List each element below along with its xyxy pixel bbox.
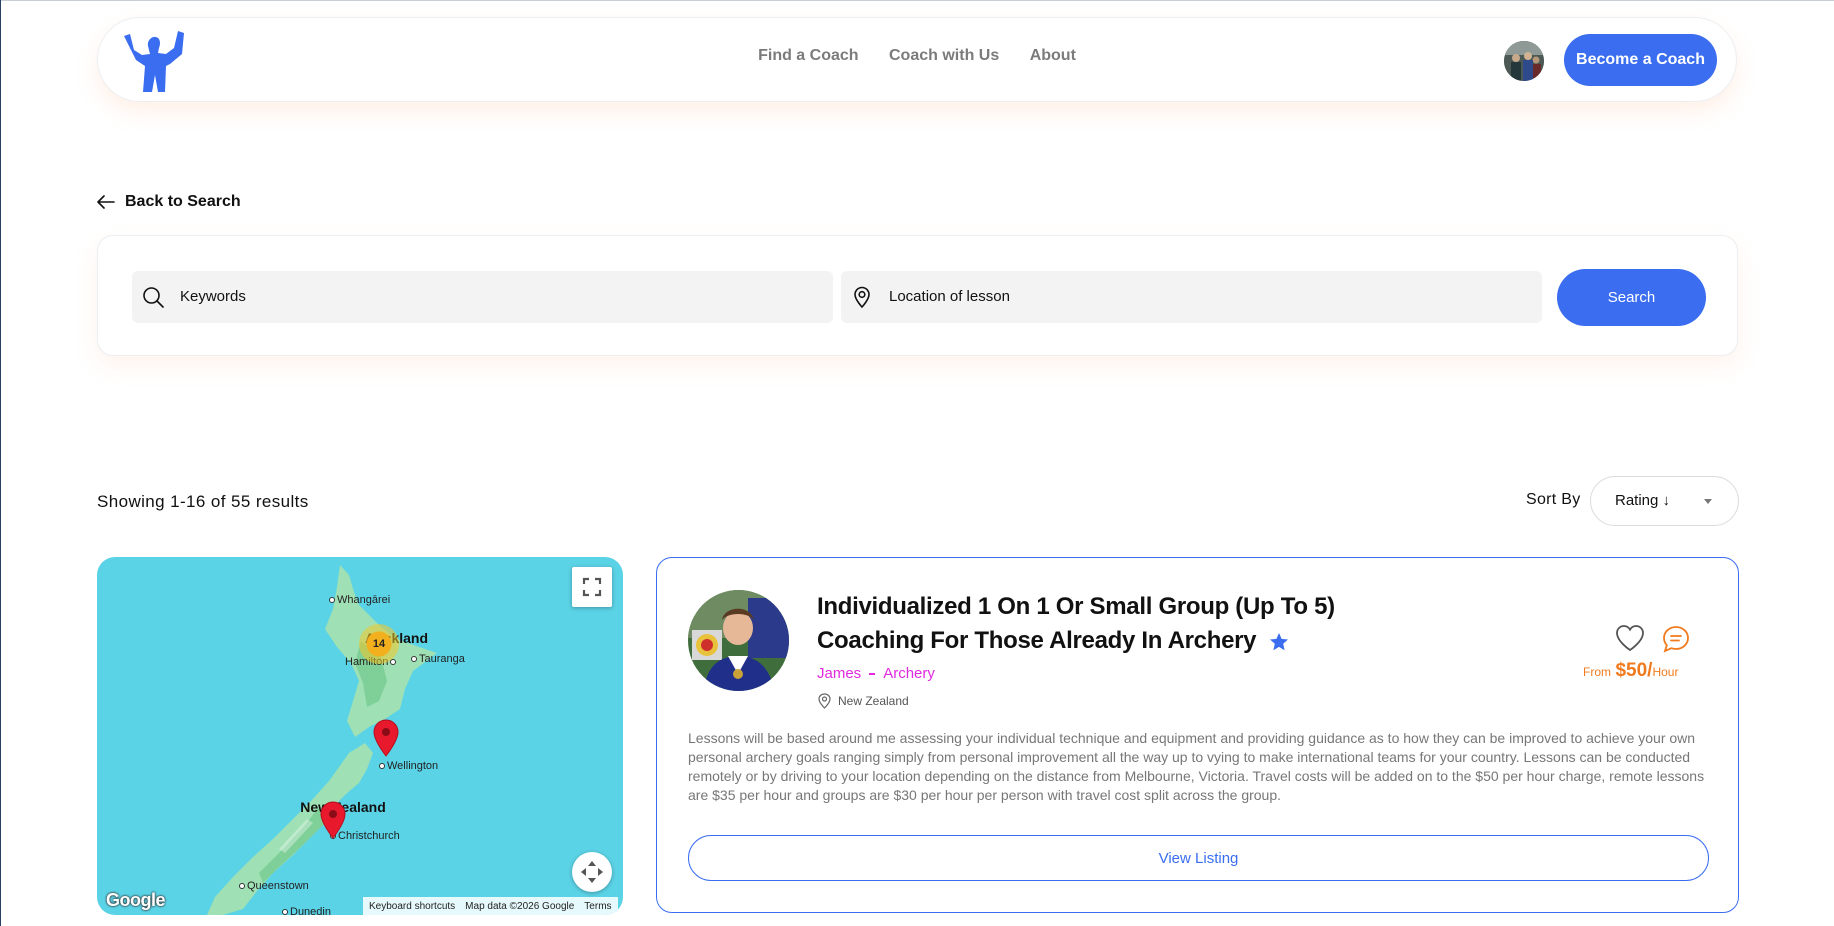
site-header: Find a Coach Coach with Us About Become … bbox=[97, 17, 1737, 102]
become-a-coach-button[interactable]: Become a Coach bbox=[1564, 34, 1717, 86]
price-unit: Hour bbox=[1652, 665, 1679, 679]
location-text: Location of lesson bbox=[889, 288, 1010, 305]
map-label-dunedin: Dunedin bbox=[282, 906, 331, 915]
featured-star-icon bbox=[1269, 632, 1288, 650]
coach-photo[interactable] bbox=[688, 590, 789, 691]
user-avatar[interactable] bbox=[1504, 41, 1544, 81]
listing-location: New Zealand bbox=[817, 693, 909, 709]
location-text: New Zealand bbox=[838, 694, 909, 708]
map-label-queenstown: Queenstown bbox=[239, 880, 309, 892]
results-count: Showing 1-16 of 55 results bbox=[97, 492, 309, 511]
location-pin-icon bbox=[854, 286, 870, 308]
map-fullscreen-button[interactable] bbox=[572, 567, 612, 607]
coach-name-link[interactable]: James bbox=[817, 665, 861, 682]
location-pin-icon bbox=[818, 693, 831, 709]
heart-icon[interactable] bbox=[1615, 624, 1645, 652]
map-cluster-marker[interactable]: 14 bbox=[359, 624, 399, 664]
keywords-text: Keywords bbox=[180, 288, 246, 305]
price-from-label: From bbox=[1583, 665, 1611, 679]
sort-by-label: Sort By bbox=[1526, 491, 1581, 508]
window-left-edge bbox=[0, 0, 1, 926]
listing-description: Lessons will be based around me assessin… bbox=[688, 730, 1705, 803]
keywords-input[interactable]: Keywords bbox=[132, 271, 833, 323]
nav-about[interactable]: About bbox=[1030, 47, 1076, 65]
map-label-wellington: Wellington bbox=[379, 760, 438, 772]
meta-separator bbox=[869, 672, 876, 675]
fullscreen-icon bbox=[582, 577, 602, 597]
keyboard-shortcuts-link[interactable]: Keyboard shortcuts bbox=[369, 901, 455, 912]
search-panel: Keywords Location of lesson Search bbox=[97, 235, 1738, 356]
map-label-whangarei: Whangārei bbox=[329, 594, 390, 606]
results-map[interactable]: Whangārei Auckland Hamilton Tauranga Wel… bbox=[97, 557, 623, 915]
sort-select[interactable]: Rating ↓ bbox=[1590, 476, 1739, 526]
back-to-search-link[interactable]: Back to Search bbox=[97, 193, 241, 211]
arrow-left-icon bbox=[97, 195, 115, 209]
chat-icon[interactable] bbox=[1662, 625, 1690, 653]
sort-selected-value: Rating ↓ bbox=[1615, 492, 1671, 509]
listing-meta: James Archery bbox=[817, 665, 935, 682]
location-input[interactable]: Location of lesson bbox=[841, 271, 1542, 323]
map-marker-wellington[interactable] bbox=[372, 719, 400, 757]
caret-down-icon bbox=[1704, 499, 1712, 504]
cluster-count: 14 bbox=[372, 638, 386, 650]
map-label-tauranga: Tauranga bbox=[411, 653, 465, 665]
back-to-search-label: Back to Search bbox=[125, 193, 241, 210]
map-land bbox=[207, 565, 437, 915]
map-camera-control-button[interactable] bbox=[572, 852, 612, 892]
terms-link[interactable]: Terms bbox=[584, 901, 611, 912]
window-top-edge bbox=[0, 0, 1834, 1]
map-data-text: Map data ©2026 Google bbox=[465, 900, 575, 912]
listing-card: Individualized 1 On 1 Or Small Group (Up… bbox=[656, 557, 1739, 913]
sport-link[interactable]: Archery bbox=[883, 665, 935, 682]
price-amount: $50/ bbox=[1615, 660, 1653, 681]
view-listing-button[interactable]: View Listing bbox=[688, 835, 1709, 881]
google-logo: Google bbox=[106, 890, 166, 910]
map-attribution: Keyboard shortcuts Map data ©2026 Google… bbox=[363, 897, 618, 915]
map-marker-christchurch[interactable] bbox=[319, 801, 347, 839]
move-arrows-icon bbox=[581, 861, 603, 883]
main-nav: Find a Coach Coach with Us About bbox=[98, 47, 1736, 65]
listing-title[interactable]: Individualized 1 On 1 Or Small Group (Up… bbox=[817, 590, 1437, 658]
nav-find-a-coach[interactable]: Find a Coach bbox=[758, 47, 858, 65]
listing-price: From $50/Hour bbox=[1583, 660, 1678, 682]
nav-coach-with-us[interactable]: Coach with Us bbox=[889, 47, 999, 65]
search-icon bbox=[143, 287, 164, 308]
search-button[interactable]: Search bbox=[1557, 269, 1706, 326]
